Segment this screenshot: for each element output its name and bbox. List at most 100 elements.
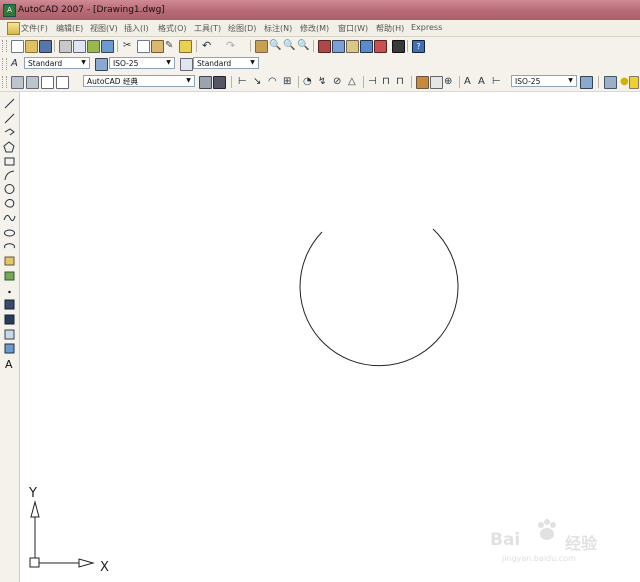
menu-format[interactable]: 格式(O): [158, 23, 187, 34]
plot-preview-icon[interactable]: [73, 40, 86, 53]
dim-style-manager-icon[interactable]: [580, 76, 593, 89]
chevron-down-icon[interactable]: ▼: [566, 76, 575, 86]
menu-modify[interactable]: 修改(M): [300, 23, 329, 34]
table-style-icon[interactable]: [180, 58, 193, 71]
menu-help[interactable]: 帮助(H): [376, 23, 404, 34]
menu-view[interactable]: 视图(V): [90, 23, 118, 34]
undo-icon[interactable]: ↶: [202, 40, 213, 51]
help-icon[interactable]: ?: [412, 40, 425, 53]
polyline-icon[interactable]: [4, 128, 15, 136]
table-style-select[interactable]: Standard ▼: [193, 57, 259, 69]
zoom-previous-icon[interactable]: 🔍: [297, 40, 309, 51]
dim-style-select[interactable]: ISO-25 ▼: [109, 57, 175, 69]
region-icon[interactable]: [4, 329, 15, 340]
point-icon[interactable]: [8, 290, 11, 294]
circle-icon[interactable]: [4, 184, 15, 194]
menu-file[interactable]: 文件(F): [21, 23, 48, 34]
viewport-icon[interactable]: [56, 76, 69, 89]
polygon-icon[interactable]: [3, 141, 15, 153]
chevron-down-icon[interactable]: ▼: [79, 58, 88, 68]
dim-diameter-icon[interactable]: ⊘: [333, 76, 344, 87]
layer-manager-icon[interactable]: [604, 76, 617, 89]
dim-text-edit-icon[interactable]: A: [478, 76, 489, 87]
qleader-icon[interactable]: [416, 76, 429, 89]
insert-block-icon[interactable]: [4, 256, 15, 266]
menu-window[interactable]: 窗口(W): [338, 23, 368, 34]
layout-icon[interactable]: [41, 76, 54, 89]
text-style-select[interactable]: Standard ▼: [24, 57, 90, 69]
hatch-icon[interactable]: [4, 299, 15, 310]
pan-icon[interactable]: [255, 40, 268, 53]
sheet-set-icon[interactable]: [360, 40, 373, 53]
dim-arc-icon[interactable]: ◠: [268, 76, 279, 87]
toolbar-grip[interactable]: [2, 40, 7, 52]
revision-cloud-icon[interactable]: [4, 199, 15, 208]
drawing-canvas[interactable]: Y X: [20, 92, 640, 582]
menu-dimension[interactable]: 标注(N): [264, 23, 292, 34]
new-file-icon[interactable]: [11, 40, 24, 53]
dim-baseline-icon[interactable]: ⊓: [382, 76, 393, 87]
menu-insert[interactable]: 插入(I): [124, 23, 149, 34]
workspace-save-icon[interactable]: [26, 76, 39, 89]
3d-dwf-icon[interactable]: [101, 40, 114, 53]
make-block-icon[interactable]: [4, 271, 15, 281]
workspace-toggle-icon[interactable]: [213, 76, 226, 89]
dim-aligned-icon[interactable]: ↘: [253, 76, 264, 87]
zoom-realtime-icon[interactable]: 🔍: [269, 40, 281, 51]
block-editor-icon[interactable]: [179, 40, 192, 53]
dim-continue-icon[interactable]: ⊓: [396, 76, 407, 87]
ellipse-arc-icon[interactable]: [4, 243, 15, 249]
table-icon[interactable]: [4, 343, 15, 354]
toolbar-grip[interactable]: [2, 58, 7, 70]
cut-icon[interactable]: ✂: [123, 40, 134, 51]
publish-icon[interactable]: [87, 40, 100, 53]
tool-palettes-icon[interactable]: [346, 40, 359, 53]
workspace-grid-icon[interactable]: [199, 76, 212, 89]
zoom-window-icon[interactable]: 🔍: [283, 40, 295, 51]
line-icon[interactable]: [4, 98, 15, 109]
dim-ordinate-icon[interactable]: ⊞: [283, 76, 294, 87]
dim-radius-icon[interactable]: ◔: [303, 76, 314, 87]
dim-jogged-icon[interactable]: ↯: [318, 76, 329, 87]
chevron-down-icon[interactable]: ▼: [164, 58, 173, 68]
tolerance-icon[interactable]: [430, 76, 443, 89]
menu-draw[interactable]: 绘图(D): [228, 23, 256, 34]
match-properties-icon[interactable]: ✎: [165, 40, 176, 51]
multiline-text-icon[interactable]: A: [5, 358, 13, 371]
dim-linear-icon[interactable]: ⊢: [238, 76, 249, 87]
arc-icon[interactable]: [4, 170, 15, 181]
dim-style-icon[interactable]: [95, 58, 108, 71]
markup-icon[interactable]: [374, 40, 387, 53]
open-file-icon[interactable]: [25, 40, 38, 53]
bulb-icon[interactable]: ●: [620, 76, 629, 87]
toolbar-grip[interactable]: [2, 76, 7, 88]
circle-drawing[interactable]: [299, 228, 459, 367]
properties-icon[interactable]: [318, 40, 331, 53]
copy-icon[interactable]: [137, 40, 150, 53]
save-icon[interactable]: [39, 40, 52, 53]
menu-tools[interactable]: 工具(T): [194, 23, 221, 34]
calculator-icon[interactable]: [392, 40, 405, 53]
construction-line-icon[interactable]: [4, 113, 15, 124]
gradient-icon[interactable]: [4, 314, 15, 325]
workspace-select[interactable]: AutoCAD 经典 ▼: [83, 75, 195, 87]
dim-style-select-2[interactable]: ISO-25 ▼: [511, 75, 577, 87]
dim-update-icon[interactable]: ⊢: [492, 76, 503, 87]
workspace-settings-icon[interactable]: [11, 76, 24, 89]
menu-edit[interactable]: 编辑(E): [56, 23, 83, 34]
rectangle-icon[interactable]: [4, 157, 15, 166]
dim-edit-icon[interactable]: A: [464, 76, 475, 87]
print-icon[interactable]: [59, 40, 72, 53]
menu-express[interactable]: Express: [411, 23, 442, 32]
acad-logo-icon[interactable]: A: [3, 4, 16, 17]
sun-icon[interactable]: [629, 76, 639, 89]
redo-icon[interactable]: ↷: [226, 40, 237, 51]
ellipse-icon[interactable]: [4, 229, 15, 237]
document-icon[interactable]: [7, 22, 20, 35]
chevron-down-icon[interactable]: ▼: [184, 76, 193, 86]
text-style-icon[interactable]: A: [11, 58, 22, 69]
quick-dim-icon[interactable]: ⊣: [368, 76, 379, 87]
chevron-down-icon[interactable]: ▼: [248, 58, 257, 68]
center-mark-icon[interactable]: ⊕: [444, 76, 455, 87]
design-center-icon[interactable]: [332, 40, 345, 53]
